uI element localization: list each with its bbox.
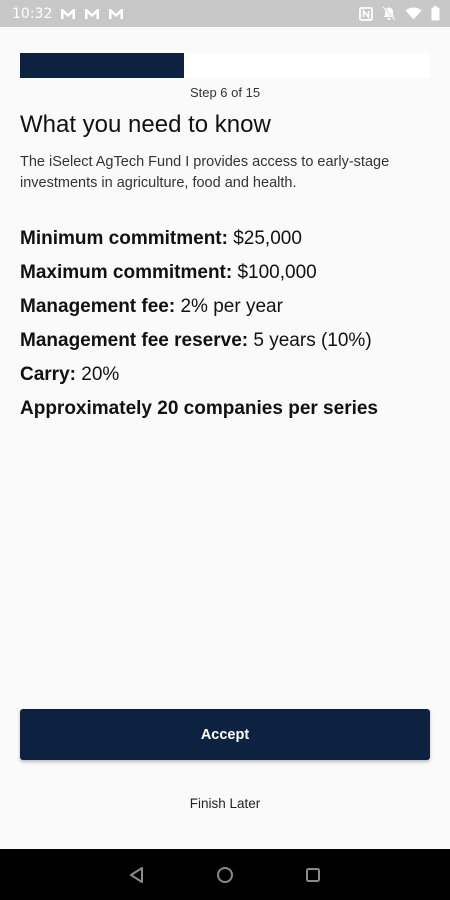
fact-management-fee: Management fee: 2% per year bbox=[20, 290, 435, 324]
gmail-icon bbox=[60, 8, 76, 20]
battery-icon bbox=[431, 6, 440, 21]
fact-management-fee-reserve: Management fee reserve: 5 years (10%) bbox=[20, 324, 435, 358]
fact-label: Carry: bbox=[20, 364, 76, 385]
status-bar: 10:32 bbox=[0, 0, 450, 27]
progress-bar bbox=[20, 53, 430, 78]
recents-icon[interactable] bbox=[304, 866, 322, 884]
fact-label: Maximum commitment: bbox=[20, 262, 233, 283]
fact-value: $25,000 bbox=[227, 228, 302, 249]
fact-label: Management fee: bbox=[20, 296, 176, 317]
page-title: What you need to know bbox=[20, 111, 271, 138]
gmail-icon bbox=[108, 8, 124, 20]
fact-minimum-commitment: Minimum commitment: $25,000 bbox=[20, 222, 435, 256]
fact-carry: Carry: 20% bbox=[20, 358, 435, 392]
status-time: 10:32 bbox=[12, 5, 53, 22]
finish-later-link[interactable]: Finish Later bbox=[0, 796, 450, 811]
home-icon[interactable] bbox=[216, 866, 234, 884]
system-nav-bar bbox=[0, 849, 450, 900]
fact-label: Approximately 20 companies per series bbox=[20, 398, 378, 419]
step-indicator: Step 6 of 15 bbox=[189, 85, 261, 100]
fact-label: Minimum commitment: bbox=[20, 228, 228, 249]
fact-maximum-commitment: Maximum commitment: $100,000 bbox=[20, 256, 435, 290]
fact-value: 5 years (10%) bbox=[248, 330, 372, 351]
fact-value: 2% per year bbox=[175, 296, 283, 317]
mute-icon bbox=[382, 6, 396, 21]
fact-value: $100,000 bbox=[232, 262, 317, 283]
nfc-icon bbox=[359, 6, 373, 21]
fund-facts-list: Minimum commitment: $25,000 Maximum comm… bbox=[20, 222, 435, 426]
intro-text: The iSelect AgTech Fund I provides acces… bbox=[20, 154, 390, 191]
progress-bar-fill bbox=[20, 53, 184, 78]
fact-value: 20% bbox=[75, 364, 120, 385]
gmail-icon bbox=[84, 8, 100, 20]
wifi-icon bbox=[405, 7, 422, 20]
back-icon[interactable] bbox=[128, 866, 146, 884]
fact-companies-per-series: Approximately 20 companies per series bbox=[20, 392, 435, 426]
fact-label: Management fee reserve: bbox=[20, 330, 249, 351]
accept-button[interactable]: Accept bbox=[20, 709, 430, 760]
